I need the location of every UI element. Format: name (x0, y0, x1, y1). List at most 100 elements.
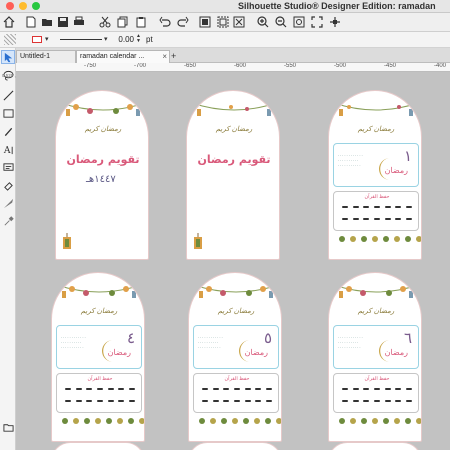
checklist-row (342, 388, 412, 392)
save-icon[interactable] (56, 15, 70, 29)
quran-label: حفظ القرآن (364, 376, 390, 382)
calendar-card-cover[interactable]: رمضان كريم تقويم رمضان ١٤٤٧هـ (55, 90, 149, 260)
garland-decoration (193, 284, 279, 298)
quran-label: حفظ القرآن (224, 376, 250, 382)
calendar-title: تقويم رمضان (66, 153, 140, 166)
garland-decoration (56, 284, 142, 298)
zoom-out-icon[interactable] (274, 15, 288, 29)
quran-label: حفظ القرآن (364, 194, 390, 200)
zoom-page-icon[interactable] (328, 15, 342, 29)
chevron-down-icon[interactable]: ▾ (104, 35, 108, 43)
ruler-tick: -550 (284, 63, 297, 69)
title-bar: Silhouette Studio® Designer Edition: ram… (0, 0, 450, 13)
eraser-icon[interactable] (1, 178, 15, 192)
zoom-drag-icon[interactable] (292, 15, 306, 29)
day-number: ٥ (263, 329, 272, 347)
folder-icon[interactable] (1, 420, 15, 434)
chevron-down-icon[interactable]: ▾ (45, 35, 49, 43)
text-tool-icon[interactable]: A (1, 142, 15, 156)
calendar-card-day[interactable]: رمضان كريم · · · · · · · · · · · · · · · … (328, 90, 422, 260)
group-icon[interactable] (198, 15, 212, 29)
open-icon[interactable] (40, 15, 54, 29)
add-tab-icon[interactable]: + (171, 51, 176, 61)
day-number: ٦ (403, 329, 412, 347)
line-tool-icon[interactable] (1, 88, 15, 102)
tab-untitled-1[interactable]: Untitled-1 (16, 50, 76, 63)
design-canvas[interactable]: رمضان كريم تقويم رمضان ١٤٤٧هـ رمضان كريم… (16, 72, 450, 450)
dua-text: · · · · · · · · · · · · · · · · · · · · ·… (338, 154, 363, 168)
progress-dots (339, 418, 421, 424)
calendar-card-day[interactable]: رمضان كريم · · · · · · · · · · · · · · · … (188, 272, 282, 442)
calendar-card-day[interactable]: رمضان كريم · · · · · · · · · · · · · · · … (328, 272, 422, 442)
ruler-tick: -700 (134, 63, 147, 69)
tab-label: Untitled-1 (20, 53, 50, 60)
calendar-card-day[interactable]: رمضان كريم · · · · · · · · · · · · · · · … (51, 272, 145, 442)
home-icon[interactable] (2, 15, 16, 29)
checklist-row (202, 388, 272, 392)
dua-text: · · · · · · · · · · · · · · · · · · · · ·… (61, 336, 86, 350)
quran-box: حفظ القرآن (193, 373, 279, 413)
cut-icon[interactable] (98, 15, 112, 29)
line-weight-stepper[interactable]: ▲ ▼ (136, 34, 141, 44)
copy-icon[interactable] (116, 15, 130, 29)
pen-tool-icon[interactable] (1, 124, 15, 138)
line-weight-input[interactable]: 0.00 (114, 35, 134, 45)
garland-decoration (60, 102, 146, 116)
zoom-fit-icon[interactable] (310, 15, 324, 29)
calendar-title: تقويم رمضان (197, 153, 271, 166)
new-icon[interactable] (24, 15, 38, 29)
calendar-card-partial[interactable] (51, 442, 145, 450)
progress-dots (62, 418, 144, 424)
quran-box: حفظ القرآن (56, 373, 142, 413)
garland-decoration (333, 284, 419, 298)
undo-icon[interactable] (158, 15, 172, 29)
close-icon[interactable]: × (162, 52, 167, 61)
checklist-row (342, 400, 412, 404)
day-box: · · · · · · · · · · · · · · · · · · · · ·… (193, 325, 279, 369)
fill-pattern-icon[interactable] (4, 34, 16, 45)
comment-tool-icon[interactable] (1, 160, 15, 174)
eyedropper-icon[interactable] (1, 214, 15, 228)
minimize-window-button[interactable] (19, 2, 27, 10)
close-window-button[interactable] (6, 2, 14, 10)
checklist-row (342, 218, 412, 222)
line-style-preview[interactable] (60, 39, 102, 40)
day-box: · · · · · · · · · · · · · · · · · · · · ·… (56, 325, 142, 369)
svg-text:A: A (3, 145, 11, 155)
ramadan-word: رمضان (384, 166, 408, 175)
ruler-tick: -500 (334, 63, 347, 69)
ruler-tick: -400 (434, 63, 447, 69)
greeting-text: رمضان كريم (217, 307, 255, 315)
day-box: · · · · · · · · · · · · · · · · · · · · ·… (333, 143, 419, 187)
line-weight-unit: pt (146, 35, 153, 44)
horizontal-ruler: -750 -700 -650 -600 -550 -500 -450 -400 (16, 63, 450, 72)
calendar-card-partial[interactable] (328, 442, 422, 450)
calendar-card-cover-blank[interactable]: رمضان كريم تقويم رمضان (186, 90, 280, 260)
line-color-swatch[interactable] (32, 36, 42, 43)
ramadan-word: رمضان (384, 348, 408, 357)
greeting-text: رمضان كريم (215, 125, 253, 133)
tab-label: ramadan calendar ... (80, 53, 145, 60)
ramadan-word: رمضان (107, 348, 131, 357)
checklist-row (65, 400, 135, 404)
greeting-text: رمضان كريم (357, 125, 395, 133)
select-tool-icon[interactable] (1, 50, 15, 64)
ungroup-icon[interactable] (216, 15, 230, 29)
line-options-bar: ▾ ▾ 0.00 ▲ ▼ pt (0, 32, 450, 48)
select-all-icon[interactable] (232, 15, 246, 29)
print-icon[interactable] (72, 15, 86, 29)
zoom-in-icon[interactable] (256, 15, 270, 29)
garland-decoration (333, 102, 419, 116)
greeting-text: رمضان كريم (80, 307, 118, 315)
zoom-window-button[interactable] (32, 2, 40, 10)
ruler-tick: -450 (384, 63, 397, 69)
garland-decoration (191, 102, 277, 116)
lantern-icon (194, 233, 202, 249)
redo-icon[interactable] (176, 15, 190, 29)
tab-ramadan-calendar[interactable]: ramadan calendar ... × (76, 50, 170, 63)
shape-tool-icon[interactable] (1, 106, 15, 120)
knife-icon[interactable] (1, 196, 15, 210)
paste-icon[interactable] (134, 15, 148, 29)
calendar-card-partial[interactable] (188, 442, 282, 450)
document-tabs: Untitled-1 ramadan calendar ... × + (16, 48, 450, 63)
